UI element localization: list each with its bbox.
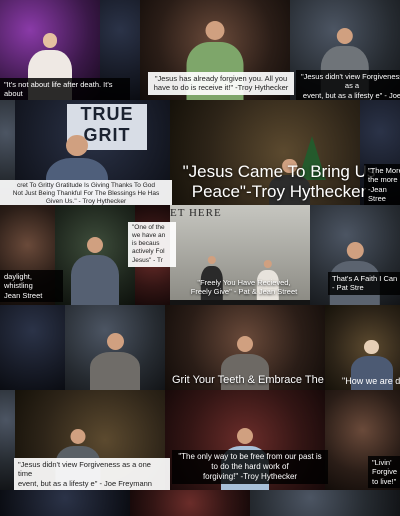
- quote-caption: That's A Faith I Can - Pat Stre: [328, 272, 400, 295]
- quote-caption: daylight, whistling Jean Street: [0, 270, 63, 303]
- headline-quote: "Jesus Came To Bring Us Peace"-Troy Hyth…: [182, 162, 376, 201]
- quote-caption: "The More the more -Jean Stree: [364, 164, 400, 206]
- grit-banner: Grit Your Teeth & Embrace The: [172, 374, 324, 386]
- photo-left-row4: [0, 305, 65, 390]
- quote-caption: "Jesus didn't view Forgiveness as a one …: [14, 458, 170, 491]
- photo-speaker-plaid: [55, 205, 135, 305]
- quote-caption: "One of the we have an is becaus activel…: [128, 222, 176, 267]
- quote-caption: "Livin' Forgive to live!": [368, 456, 400, 489]
- quote-caption: "How we are d: [342, 376, 400, 386]
- photo-speaker-plaid-2: [65, 305, 165, 390]
- quote-caption: "Freely You Have Recieved, Freely Give" …: [190, 278, 298, 297]
- speaker-figure: [71, 236, 119, 305]
- photo-bottom-strip-3: [250, 490, 400, 516]
- photo-bottom-left-edge: [0, 390, 15, 490]
- photo-bottom-strip-1: [0, 490, 130, 516]
- photo-bottom-strip-2: [130, 490, 250, 516]
- quote-caption: "Jesus has already forgiven you. All you…: [148, 72, 294, 95]
- wall-lettering: ET HERE: [170, 207, 222, 219]
- speaker-figure: [90, 333, 140, 390]
- quote-caption: "Jesus didn't view Forgiveness as a even…: [296, 70, 400, 103]
- quote-caption: "The only way to be free from our past i…: [172, 450, 328, 484]
